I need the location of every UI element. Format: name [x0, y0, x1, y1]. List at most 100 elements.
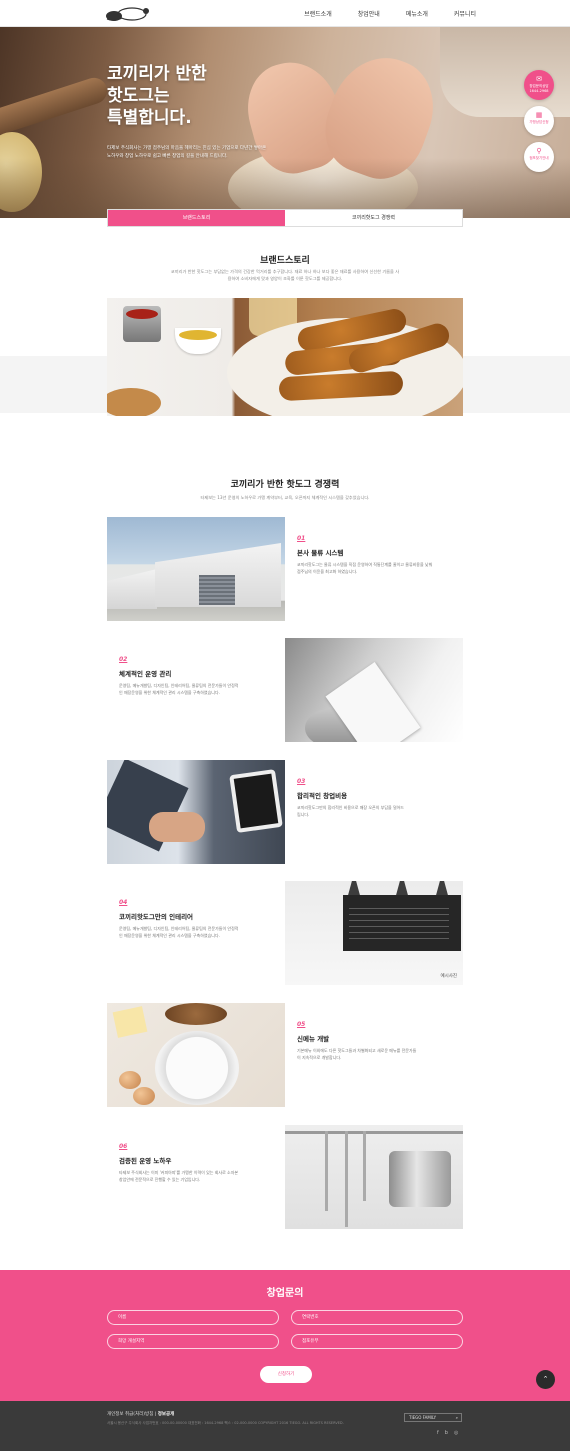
hero-background-detail [440, 27, 570, 117]
region-field[interactable]: 희망 개설지역 [107, 1334, 279, 1349]
feature-title: 검증된 운영 노하우 [119, 1157, 172, 1165]
privacy-link[interactable]: 개인정보 취급(처리)방침 [107, 1412, 153, 1417]
nav-item-community[interactable]: 커뮤니티 [454, 9, 476, 18]
facebook-icon[interactable]: f [437, 1430, 439, 1436]
nav-item-franchise[interactable]: 창업안내 [358, 9, 380, 18]
ladle [345, 1131, 348, 1227]
feature-logistics: 01 본사 물류 시스템 코끼리핫도그는 물류 시스템을 직접 운영하여 직통단… [107, 517, 463, 621]
quick-label: 창업문의상담 1644-2968 [529, 84, 549, 93]
store-status-field[interactable]: 점포유무 [291, 1334, 463, 1349]
brand-story-description: 코끼리가 반한 핫도그는 부담없는 가격의 건강한 먹거리를 추구합니다. 재료… [170, 269, 400, 281]
crumb-plate [107, 388, 161, 416]
menu-board [343, 895, 461, 951]
warehouse-door [199, 575, 235, 605]
ladle [325, 1131, 328, 1211]
tablet [229, 769, 283, 833]
quick-label: 점포찾기안내 [529, 156, 549, 160]
feature-text: 02 체계적인 운영 관리 운영팀, 메뉴개발팀, 디자인팀, 인테리어팀, 물… [107, 638, 285, 742]
hero-description: 타제보 주식회사는 가맹 점주님의 마음을 헤아리는 진심 있는 기업으로 다년… [107, 146, 267, 159]
feature-title: 체계적인 운영 관리 [119, 670, 172, 678]
hero-title-line: 코끼리가 반한 [107, 64, 207, 84]
tab-brand-story[interactable]: 브랜드스토리 [108, 210, 285, 226]
disclosure-link[interactable]: 정보공개 [158, 1412, 175, 1417]
submit-button[interactable]: 신청하기 [260, 1366, 312, 1383]
feature-title: 본사 물류 시스템 [297, 549, 344, 557]
feature-description: 타제보 주식회사는 이미 '커피아띠'를 가맹한 이력이 있는 회사로 소자본 … [119, 1170, 239, 1182]
quick-store-button[interactable]: ⚲ 점포찾기안내 [524, 142, 554, 172]
warehouse-photo [107, 517, 285, 621]
site-footer: 개인정보 취급(처리)방침 | 정보공개 서울시 용산구 주식회사 사업자번호 … [0, 1401, 570, 1451]
nav-item-brand[interactable]: 브랜드소개 [304, 9, 332, 18]
hero-title: 코끼리가 반한 핫도그는 특별합니다. [107, 63, 207, 129]
phone-field[interactable]: 연락번호 [291, 1310, 463, 1325]
interior-photo: 예시사진 [285, 881, 463, 985]
feature-title: 코끼리핫도그만의 인테리어 [119, 913, 194, 921]
family-site-select[interactable]: TIEGO FAMILY ⌕ [404, 1413, 462, 1422]
inquiry-section: 창업문의 이름 연락번호 희망 개설지역 점포유무 신청하기 [0, 1270, 570, 1401]
search-icon: ⌕ [455, 1415, 458, 1420]
calendar-icon: ▦ [535, 111, 543, 119]
feature-title: 합리적인 창업비용 [297, 792, 348, 800]
feature-description: 코끼리핫도그는 물류 시스템을 직접 운영하여 직통단계를 줄이고 물류비용을 … [297, 562, 433, 574]
family-site-label: TIEGO FAMILY [409, 1415, 437, 1420]
ladle [363, 1131, 366, 1201]
kitchen-tools-photo [285, 1125, 463, 1229]
location-pin-icon: ⚲ [536, 147, 542, 155]
ketchup-cup [123, 306, 161, 342]
feature-number: 02 [119, 656, 128, 663]
quick-consult-button[interactable]: ✉ 창업문의상담 1644-2968 [524, 70, 554, 100]
feature-description: 운영팀, 메뉴개발팀, 디자인팀, 인테리어팀, 물류팀의 전문가들이 안정적인… [119, 926, 239, 938]
egg [133, 1087, 155, 1105]
tool-rail [285, 1131, 463, 1134]
name-field[interactable]: 이름 [107, 1310, 279, 1325]
brand-story-title: 브랜드스토리 [260, 256, 310, 266]
competitiveness-description: 타제보는 13년 운영의 노하우로 가맹 계약부터, 교육, 오픈까지 체계적인… [200, 495, 370, 500]
scroll-to-top-button[interactable]: ⌃ [536, 1370, 555, 1389]
hotdog-photo [107, 298, 463, 416]
brand-logo[interactable] [104, 5, 154, 22]
site-header: 브랜드소개 창업안내 메뉴소개 커뮤니티 [0, 0, 570, 27]
instagram-icon[interactable]: ◎ [454, 1430, 458, 1436]
feature-text: 05 신메뉴 개발 기본메뉴 이외에도 다른 핫도그들과 차별화되고 새로운 메… [285, 1003, 463, 1107]
hero-title-line: 핫도그는 [107, 86, 170, 106]
feature-text: 04 코끼리핫도그만의 인테리어 운영팀, 메뉴개발팀, 디자인팀, 인테리어팀… [107, 881, 285, 985]
feature-cost: 03 합리적인 창업비용 코끼리핫도그만의 합리적인 비용으로 매장 오픈의 부… [107, 760, 463, 864]
feature-description: 코끼리핫도그만의 합리적인 비용으로 매장 오픈의 부담을 덜어드립니다. [297, 805, 404, 817]
feature-new-menu: 05 신메뉴 개발 기본메뉴 이외에도 다른 핫도그들과 차별화되고 새로운 메… [107, 1003, 463, 1107]
tab-competitiveness[interactable]: 코끼리핫도그 경쟁력 [285, 210, 462, 226]
steel-pot [389, 1151, 451, 1207]
feature-number: 06 [119, 1143, 128, 1150]
feature-management: 02 체계적인 운영 관리 운영팀, 메뉴개발팀, 디자인팀, 인테리어팀, 물… [107, 638, 463, 742]
feature-text: 06 검증된 운영 노하우 타제보 주식회사는 이미 '커피아띠'를 가맹한 이… [107, 1125, 285, 1229]
quick-apply-button[interactable]: ▦ 가맹상담신청 [524, 106, 554, 136]
butter [112, 1006, 148, 1038]
nav-item-menu[interactable]: 메뉴소개 [406, 9, 428, 18]
feature-description: 운영팀, 메뉴개발팀, 디자인팀, 인테리어팀, 물류팀의 전문가들이 안정적인… [119, 683, 239, 695]
photo-caption: 예시사진 [440, 974, 457, 979]
competitiveness-title: 코끼리가 반한 핫도그 경쟁력 [230, 480, 340, 490]
feature-interior: 04 코끼리핫도그만의 인테리어 운영팀, 메뉴개발팀, 디자인팀, 인테리어팀… [107, 881, 463, 985]
main-nav: 브랜드소개 창업안내 메뉴소개 커뮤니티 [304, 0, 476, 27]
footer-info: 서울시 용산구 주식회사 사업자번호 : 000-00-00000 대표전화 :… [107, 1421, 344, 1425]
mustard-cup [175, 328, 221, 354]
feature-text: 01 본사 물류 시스템 코끼리핫도그는 물류 시스템을 직접 운영하여 직통단… [285, 517, 463, 621]
feature-number: 01 [297, 535, 306, 542]
feature-description: 기본메뉴 이외에도 다른 핫도그들과 차별화되고 새로운 메뉴를 전문가들이 지… [297, 1048, 417, 1060]
feature-number: 05 [297, 1021, 306, 1028]
blog-icon[interactable]: b [445, 1430, 448, 1436]
hero-title-line: 특별합니다. [107, 108, 192, 128]
flour-bowl [155, 1031, 239, 1105]
footer-links: 개인정보 취급(처리)방침 | 정보공개 [107, 1412, 175, 1417]
chevron-up-icon: ⌃ [542, 1375, 549, 1383]
quick-label: 가맹상담신청 [529, 120, 549, 124]
feature-number: 04 [119, 899, 128, 906]
feature-text: 03 합리적인 창업비용 코끼리핫도그만의 합리적인 비용으로 매장 오픈의 부… [285, 760, 463, 864]
feature-title: 신메뉴 개발 [297, 1035, 330, 1043]
handshake [149, 812, 205, 842]
egg [119, 1071, 141, 1089]
chat-icon: ✉ [536, 75, 542, 83]
hero-banner: 코끼리가 반한 핫도그는 특별합니다. 타제보 주식회사는 가맹 점주님의 마음… [0, 27, 570, 218]
warehouse-building [107, 569, 157, 609]
clipboard-photo [285, 638, 463, 742]
sns-links: f b ◎ [437, 1430, 458, 1436]
